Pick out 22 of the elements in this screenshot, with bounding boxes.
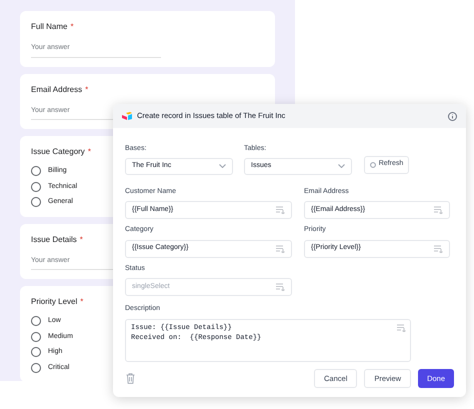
question-label: Priority Level [31, 296, 78, 308]
question-label: Issue Details [31, 234, 77, 246]
app-logo-icon [122, 112, 132, 120]
required-mark: * [85, 84, 88, 96]
question-label: Full Name [31, 21, 68, 33]
radio-button[interactable] [31, 332, 41, 342]
required-mark: * [70, 21, 74, 33]
question-label: Email Address [31, 84, 82, 96]
question-label: Issue Category [31, 146, 85, 158]
radio-button[interactable] [31, 316, 41, 326]
chevron-down-icon [219, 164, 226, 168]
trash-icon[interactable] [126, 373, 135, 384]
info-icon[interactable] [448, 112, 457, 120]
required-mark: * [80, 296, 84, 308]
chevron-down-icon [338, 164, 345, 168]
radio-button[interactable] [31, 362, 41, 373]
radio-button[interactable] [31, 347, 41, 358]
required-mark: * [88, 146, 91, 158]
radio-button[interactable] [31, 166, 41, 176]
radio-button[interactable] [31, 197, 41, 208]
required-mark: * [80, 234, 83, 246]
radio-button[interactable] [31, 182, 41, 192]
